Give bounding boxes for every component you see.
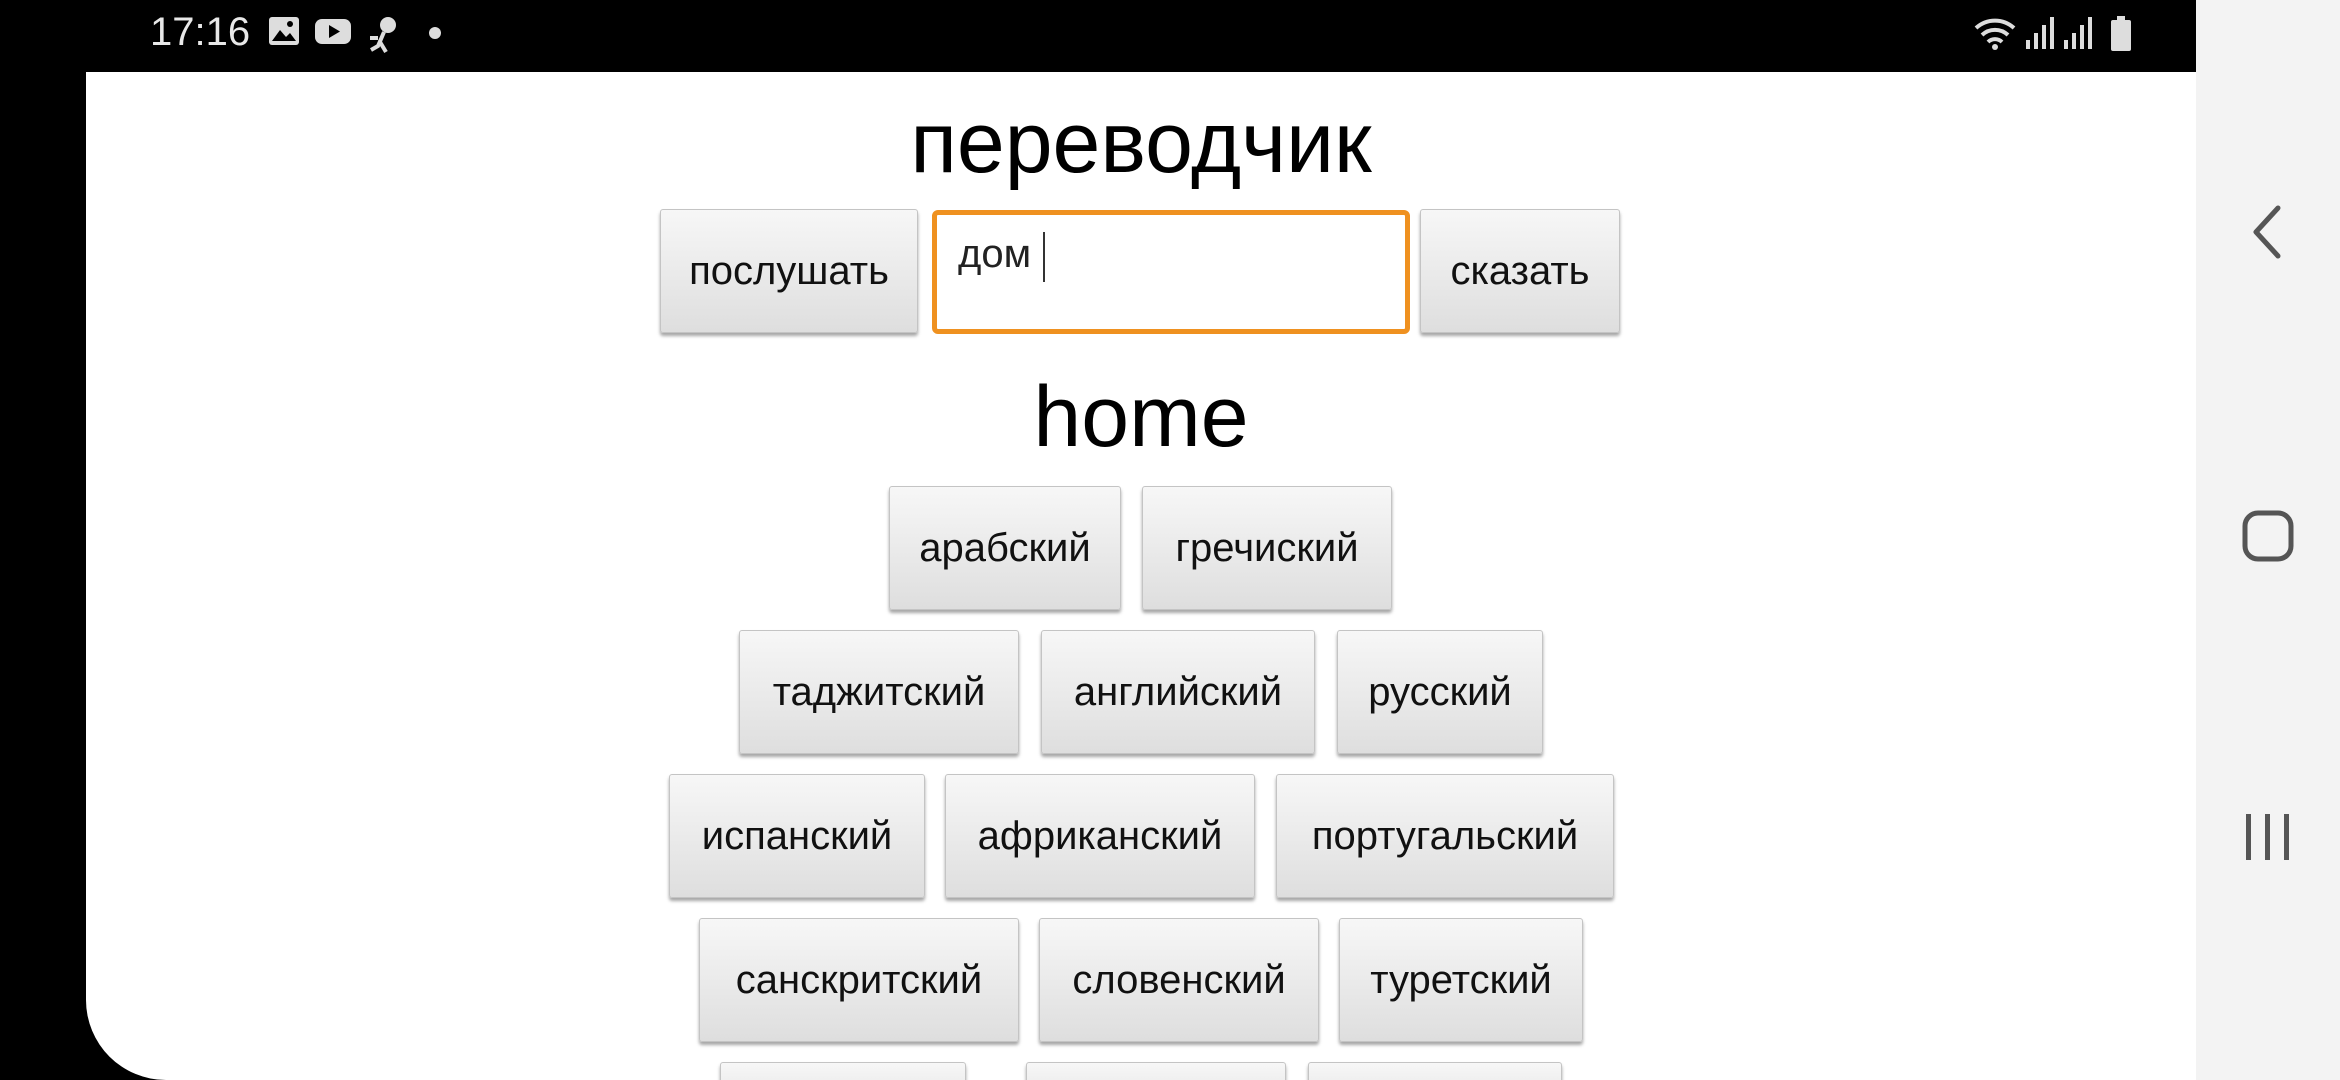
text-caret [1043,232,1045,282]
page-title: переводчик [910,95,1372,191]
language-button-portuguese[interactable]: португальский [1276,774,1614,898]
language-button-turkish[interactable]: туретский [1339,918,1583,1042]
language-button-greek[interactable]: гречиский [1142,486,1392,610]
recents-icon [2244,812,2292,867]
translation-result: home [1033,369,1249,465]
status-bar: 17:16 [0,0,2196,72]
status-time: 17:16 [150,10,251,54]
home-button[interactable] [2196,510,2340,567]
word-input-value: дом [958,232,1032,276]
signal-icon [2062,16,2094,55]
language-button-tajik[interactable]: таджитский [739,630,1019,754]
youtube-icon [314,16,352,51]
language-button-slovenian[interactable]: словенский [1039,918,1319,1042]
language-button-spanish[interactable]: испанский [669,774,925,898]
back-icon [2248,204,2288,265]
language-button-russian[interactable]: русский [1337,630,1543,754]
home-icon [2242,510,2294,567]
dot-icon [428,26,442,45]
language-button-english[interactable]: английский [1041,630,1315,754]
language-button-partial[interactable] [1308,1062,1562,1080]
battery-icon [2110,16,2132,57]
app-screen: переводчик послушать дом сказать home ар… [86,72,2196,1080]
runner-icon [366,16,400,61]
language-button-partial[interactable] [1026,1062,1286,1080]
language-button-partial[interactable] [720,1062,966,1080]
image-icon [268,16,300,51]
language-button-afrikaans[interactable]: африканский [945,774,1255,898]
wifi-icon [1974,16,2018,55]
navigation-bar [2196,0,2340,1080]
language-button-sanskrit[interactable]: санскритский [699,918,1019,1042]
signal-icon [2024,16,2056,55]
listen-button[interactable]: послушать [660,209,918,333]
language-button-arabic[interactable]: арабский [889,486,1121,610]
speak-button[interactable]: сказать [1420,209,1620,333]
back-button[interactable] [2196,204,2340,265]
recents-button[interactable] [2196,812,2340,867]
